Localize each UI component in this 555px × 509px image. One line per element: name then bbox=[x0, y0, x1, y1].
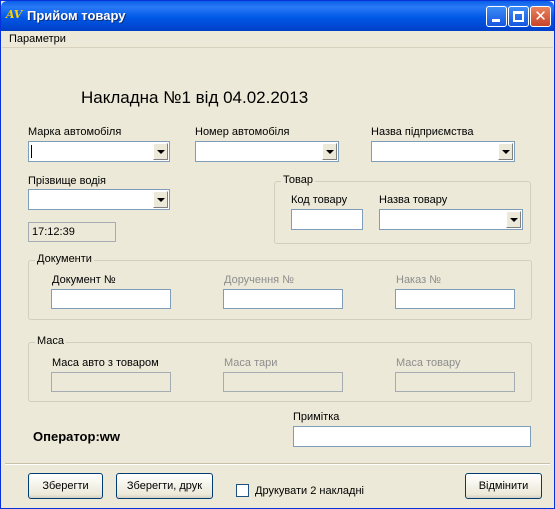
order-number-input[interactable] bbox=[395, 289, 515, 309]
print-two-invoices-checkbox[interactable] bbox=[236, 484, 249, 497]
operator-label: Оператор:ww bbox=[33, 429, 120, 444]
close-button[interactable]: ✕ bbox=[530, 6, 551, 27]
menu-item-parameters[interactable]: Параметри bbox=[9, 33, 66, 46]
document-number-input[interactable] bbox=[51, 289, 171, 309]
menu-bar: Параметри bbox=[2, 31, 553, 48]
dropdown-arrow-icon[interactable] bbox=[153, 143, 168, 160]
goods-name-label: Назва товару bbox=[379, 194, 448, 206]
gross-mass-field bbox=[51, 372, 171, 392]
note-input[interactable] bbox=[293, 426, 531, 447]
car-brand-label: Марка автомобіля bbox=[28, 126, 122, 138]
goods-legend: Товар bbox=[281, 174, 315, 187]
app-icon: AV bbox=[6, 8, 23, 21]
print-two-invoices-label[interactable]: Друкувати 2 накладні bbox=[255, 485, 364, 498]
goods-code-input[interactable] bbox=[291, 209, 363, 230]
note-label: Примітка bbox=[293, 411, 340, 423]
dropdown-arrow-icon[interactable] bbox=[153, 191, 168, 208]
cancel-button[interactable]: Відмінити bbox=[465, 473, 542, 499]
company-combo[interactable] bbox=[371, 141, 515, 162]
window-title: Прийом товару bbox=[27, 8, 126, 23]
title-bar[interactable]: AV Прийом товару ✕ bbox=[1, 1, 554, 31]
document-number-label: Документ № bbox=[52, 274, 116, 286]
maximize-button[interactable] bbox=[508, 6, 529, 27]
car-brand-combo[interactable] bbox=[28, 141, 170, 162]
net-mass-field bbox=[395, 372, 515, 392]
documents-legend: Документи bbox=[35, 253, 94, 266]
time-display: 17:12:39 bbox=[28, 222, 116, 242]
receive-goods-window: AV Прийом товару ✕ Параметри Накладна №1… bbox=[0, 0, 555, 509]
bottom-divider bbox=[5, 463, 550, 465]
save-print-button[interactable]: Зберегти, друк bbox=[116, 473, 213, 499]
goods-code-label: Код товару bbox=[291, 194, 348, 206]
car-number-combo[interactable] bbox=[195, 141, 339, 162]
mass-legend: Маса bbox=[35, 335, 67, 348]
dropdown-arrow-icon[interactable] bbox=[322, 143, 337, 160]
dropdown-arrow-icon[interactable] bbox=[506, 211, 521, 228]
dropdown-arrow-icon[interactable] bbox=[498, 143, 513, 160]
tare-mass-field bbox=[223, 372, 343, 392]
invoice-heading: Накладна №1 від 04.02.2013 bbox=[81, 88, 309, 107]
assignment-number-input[interactable] bbox=[223, 289, 343, 309]
tare-mass-label: Маса тари bbox=[224, 357, 278, 369]
assignment-number-label: Доручення № bbox=[224, 274, 294, 286]
order-number-label: Наказ № bbox=[396, 274, 442, 286]
minimize-button[interactable] bbox=[486, 6, 507, 27]
gross-mass-label: Маса авто з товаром bbox=[52, 357, 159, 369]
save-button[interactable]: Зберегти bbox=[28, 473, 103, 499]
driver-label: Прізвище водія bbox=[28, 175, 107, 187]
maximize-icon bbox=[513, 11, 524, 22]
net-mass-label: Маса товару bbox=[396, 357, 461, 369]
goods-name-combo[interactable] bbox=[379, 209, 523, 230]
text-caret bbox=[31, 145, 32, 158]
driver-combo[interactable] bbox=[28, 189, 170, 210]
company-label: Назва підприємства bbox=[371, 126, 474, 138]
close-icon: ✕ bbox=[534, 7, 547, 25]
minimize-icon bbox=[492, 19, 500, 22]
car-number-label: Номер автомобіля bbox=[195, 126, 290, 138]
